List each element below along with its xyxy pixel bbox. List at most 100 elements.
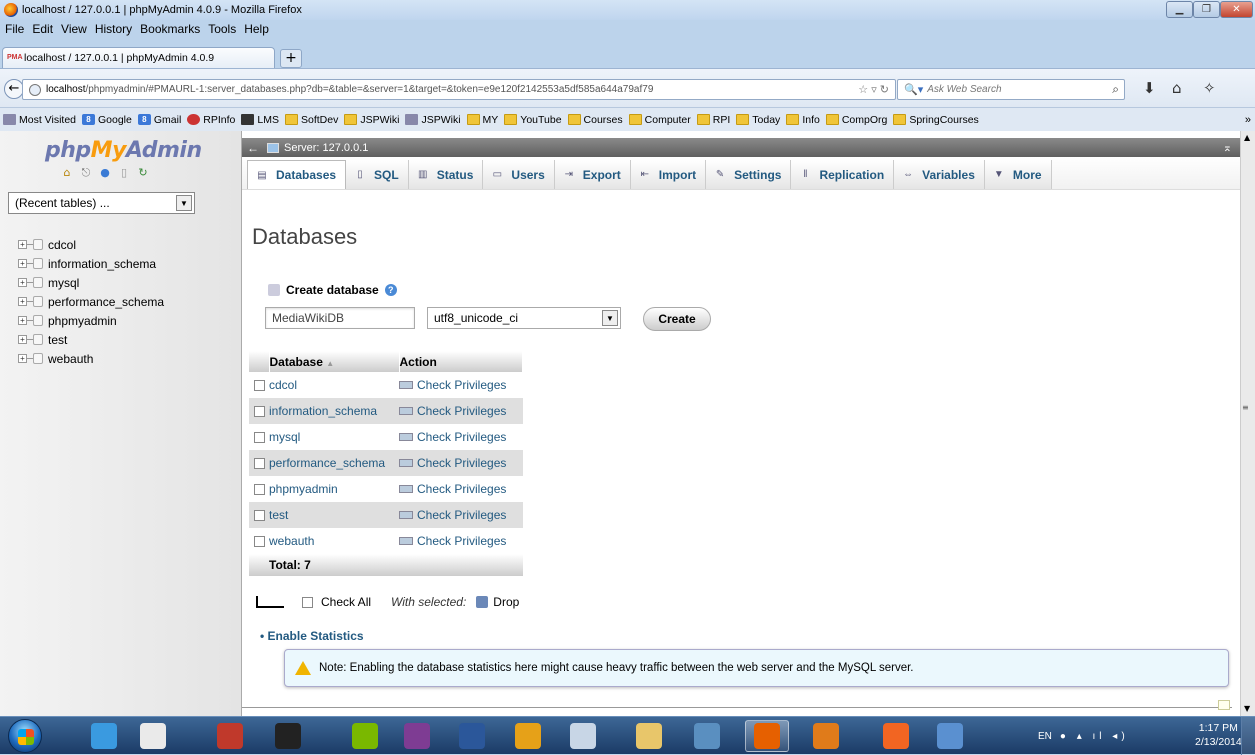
bookmark-7[interactable]: JSPWiki: [405, 114, 461, 126]
new-tab-button[interactable]: +: [280, 49, 302, 68]
taskbar-pin[interactable]: [208, 720, 252, 752]
drop-button[interactable]: Drop: [493, 595, 519, 609]
taskbar-explorer[interactable]: [627, 720, 671, 752]
help-icon[interactable]: ●: [98, 166, 112, 179]
server-label[interactable]: Server: 127.0.0.1: [284, 142, 368, 154]
check-all-label[interactable]: Check All: [321, 595, 371, 609]
check-privileges-link[interactable]: Check Privileges: [399, 482, 523, 496]
bookmark-5[interactable]: SoftDev: [284, 114, 338, 126]
tab-export[interactable]: ⇥ Export: [554, 160, 631, 189]
expand-icon[interactable]: +: [18, 335, 27, 344]
docs-icon[interactable]: ▯: [117, 166, 131, 179]
check-privileges-link[interactable]: Check Privileges: [399, 534, 523, 548]
taskbar-snipping[interactable]: [561, 720, 605, 752]
row-checkbox[interactable]: [253, 432, 265, 444]
close-button[interactable]: ✕: [1220, 1, 1253, 18]
check-privileges-link[interactable]: Check Privileges: [399, 456, 523, 470]
expand-icon[interactable]: +: [18, 297, 27, 306]
tab-sql[interactable]: ▯ SQL: [346, 160, 409, 189]
collapse-nav-icon[interactable]: ←: [247, 141, 259, 155]
menu-tools[interactable]: Tools: [208, 22, 236, 36]
check-privileges-link[interactable]: Check Privileges: [399, 508, 523, 522]
console-icon[interactable]: [1218, 700, 1230, 710]
url-bar[interactable]: localhost /phpmyadmin/#PMAURL-1:server_d…: [22, 79, 896, 100]
check-privileges-link[interactable]: Check Privileges: [399, 378, 523, 392]
taskbar-outlook[interactable]: [506, 720, 550, 752]
url-actions[interactable]: ☆ ▿ ↻: [858, 83, 889, 96]
sidebar-db-performance_schema[interactable]: + performance_schema: [18, 292, 164, 311]
sidebar-db-phpmyadmin[interactable]: + phpmyadmin: [18, 311, 164, 330]
bookmark-6[interactable]: JSPWiki: [344, 114, 399, 126]
reload-icon[interactable]: ↻: [136, 166, 150, 179]
expand-icon[interactable]: +: [18, 259, 27, 268]
bookmark-15[interactable]: CompOrg: [825, 114, 887, 126]
menu-history[interactable]: History: [95, 22, 132, 36]
taskbar-ie[interactable]: [82, 720, 126, 752]
row-checkbox[interactable]: [253, 510, 265, 522]
phpmyadmin-logo[interactable]: phpMyAdmin: [45, 138, 202, 163]
taskbar-notepad[interactable]: [343, 720, 387, 752]
row-checkbox[interactable]: [253, 536, 265, 548]
vertical-scrollbar[interactable]: ▲ ≡ ▼: [1240, 131, 1255, 716]
scroll-down-icon[interactable]: ▼: [1244, 704, 1250, 713]
sidebar-db-webauth[interactable]: + webauth: [18, 349, 164, 368]
enable-statistics-link[interactable]: • Enable Statistics: [260, 629, 364, 643]
database-link[interactable]: test: [269, 508, 288, 522]
taskbar-virtualbox[interactable]: [685, 720, 729, 752]
tab-status[interactable]: ▥ Status: [408, 160, 484, 189]
tab-more[interactable]: ▼ More: [984, 160, 1052, 189]
recent-tables-select[interactable]: (Recent tables) ... ▼: [8, 192, 195, 214]
bookmark-9[interactable]: YouTube: [504, 114, 562, 126]
bookmarks-overflow-icon[interactable]: »: [1245, 114, 1251, 126]
home-icon[interactable]: ⌂: [60, 166, 74, 179]
bookmark-4[interactable]: LMS: [241, 114, 279, 126]
sidebar-db-mysql[interactable]: + mysql: [18, 273, 164, 292]
taskbar-media[interactable]: [804, 720, 848, 752]
row-checkbox[interactable]: [253, 380, 265, 392]
bookmark-0[interactable]: Most Visited: [3, 114, 76, 126]
database-link[interactable]: phpmyadmin: [269, 482, 338, 496]
maximize-button[interactable]: ❐: [1193, 1, 1220, 18]
database-link[interactable]: webauth: [269, 534, 314, 548]
drop-icon[interactable]: [476, 596, 489, 608]
taskbar-xampp[interactable]: [874, 720, 918, 752]
download-icon[interactable]: ⬇: [1143, 79, 1156, 97]
database-link[interactable]: performance_schema: [269, 456, 385, 470]
tray-icons[interactable]: ● ▴ ıl ◂): [1060, 731, 1129, 742]
database-link[interactable]: mysql: [269, 430, 300, 444]
scroll-up-icon[interactable]: ▲: [1244, 133, 1250, 142]
menu-file[interactable]: File: [5, 22, 24, 36]
menu-bookmarks[interactable]: Bookmarks: [140, 22, 200, 36]
bookmark-1[interactable]: 8 Google: [82, 114, 132, 126]
language-indicator[interactable]: EN: [1038, 731, 1052, 742]
start-button[interactable]: [8, 719, 42, 753]
taskbar-onenote[interactable]: [395, 720, 439, 752]
taskbar-network[interactable]: [928, 720, 972, 752]
search-engine-icon[interactable]: 🔍▾: [904, 83, 923, 96]
sidebar-db-cdcol[interactable]: + cdcol: [18, 235, 164, 254]
row-checkbox[interactable]: [253, 484, 265, 496]
bookmark-3[interactable]: RPInfo: [187, 114, 235, 126]
bookmark-8[interactable]: MY: [466, 114, 498, 126]
sidebar-db-information_schema[interactable]: + information_schema: [18, 254, 164, 273]
tab-databases[interactable]: ▤ Databases: [247, 160, 347, 189]
clock[interactable]: 1:17 PM 2/13/2014: [1195, 721, 1242, 749]
menu-edit[interactable]: Edit: [32, 22, 53, 36]
show-desktop-button[interactable]: [1241, 717, 1255, 755]
taskbar-clock[interactable]: [131, 720, 175, 752]
bookmark-11[interactable]: Computer: [628, 114, 691, 126]
collapse-icon[interactable]: ⌅: [1223, 141, 1232, 154]
tab-settings[interactable]: ✎ Settings: [706, 160, 792, 189]
database-link[interactable]: information_schema: [269, 404, 377, 418]
expand-icon[interactable]: +: [18, 354, 27, 363]
taskbar-cmd[interactable]: [266, 720, 310, 752]
bookmark-12[interactable]: RPI: [696, 114, 730, 126]
expand-icon[interactable]: +: [18, 316, 27, 325]
scroll-grip-icon[interactable]: ≡: [1242, 403, 1249, 412]
logout-icon[interactable]: ⎋: [79, 166, 93, 179]
expand-icon[interactable]: +: [18, 240, 27, 249]
browser-tab[interactable]: PMA localhost / 127.0.0.1 | phpMyAdmin 4…: [2, 47, 275, 68]
tab-users[interactable]: ▭ Users: [483, 160, 555, 189]
menu-help[interactable]: Help: [244, 22, 269, 36]
search-go-icon[interactable]: ⌕: [1112, 82, 1119, 97]
